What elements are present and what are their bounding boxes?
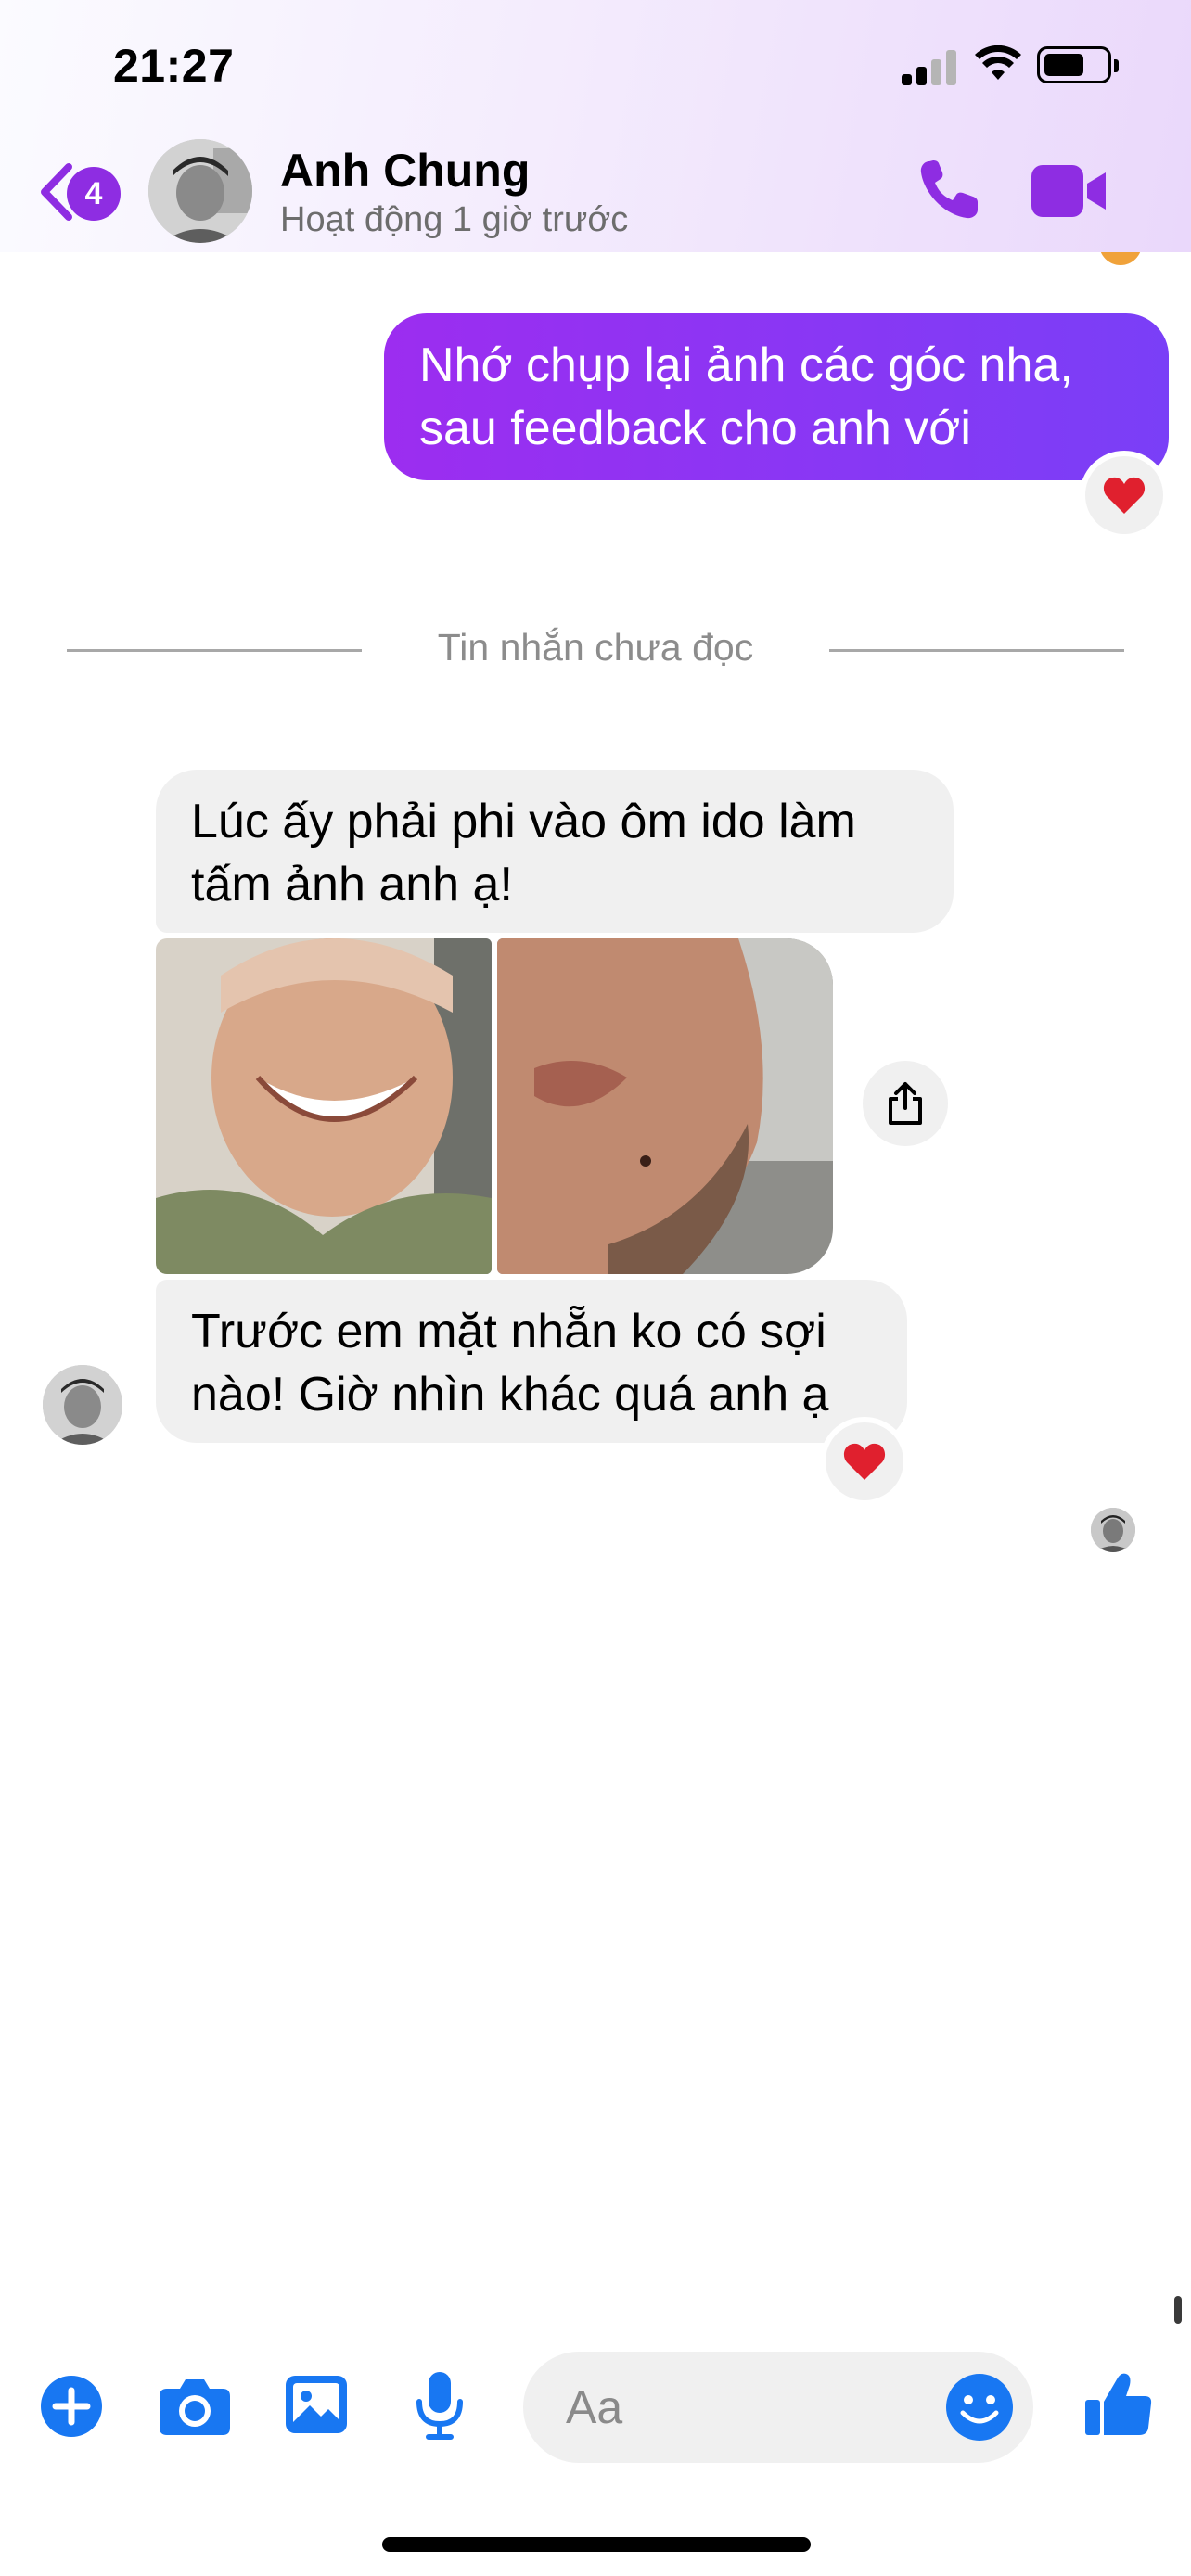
unread-divider-label: Tin nhắn chưa đọc bbox=[437, 626, 754, 669]
unread-count-badge[interactable]: 4 bbox=[67, 167, 121, 221]
sender-avatar[interactable] bbox=[43, 1365, 122, 1445]
home-indicator bbox=[382, 2537, 811, 2552]
message-line: tấm ảnh anh ạ! bbox=[191, 858, 513, 912]
message-input[interactable] bbox=[566, 2378, 900, 2437]
contact-status: Hoạt động 1 giờ trước bbox=[280, 200, 629, 239]
scrollbar[interactable] bbox=[1174, 2296, 1182, 2324]
phone-icon[interactable] bbox=[916, 158, 981, 223]
photo-attachment-beard[interactable] bbox=[497, 938, 833, 1274]
video-icon[interactable] bbox=[1031, 165, 1108, 217]
battery-icon bbox=[1037, 46, 1119, 83]
status-time: 21:27 bbox=[113, 40, 235, 92]
message-line: sau feedback cho anh với bbox=[419, 402, 971, 455]
outgoing-message[interactable]: Nhớ chụp lại ảnh các góc nha, sau feedba… bbox=[384, 313, 1169, 480]
share-icon bbox=[889, 1082, 922, 1125]
thumbs-up-icon[interactable] bbox=[1085, 2370, 1152, 2437]
incoming-message[interactable]: Lúc ấy phải phi vào ôm ido làm tấm ảnh a… bbox=[156, 770, 954, 933]
message-line: Nhớ chụp lại ảnh các góc nha, bbox=[419, 338, 1073, 392]
reaction-badge[interactable] bbox=[826, 1422, 903, 1500]
heart-icon bbox=[843, 1443, 886, 1480]
message-line: nào! Giờ nhìn khác quá anh ạ bbox=[191, 1368, 829, 1422]
plus-icon[interactable] bbox=[41, 2376, 102, 2437]
message-composer[interactable] bbox=[523, 2352, 1033, 2463]
camera-icon[interactable] bbox=[160, 2378, 230, 2435]
incoming-message[interactable]: Trước em mặt nhẵn ko có sợi nào! Giờ nhì… bbox=[156, 1280, 907, 1443]
photo-attachment-smiling[interactable] bbox=[156, 938, 492, 1274]
share-button[interactable] bbox=[863, 1061, 948, 1146]
seen-receipt-avatar bbox=[1091, 1508, 1135, 1552]
contact-avatar[interactable] bbox=[148, 139, 252, 243]
emoji-icon[interactable] bbox=[944, 2372, 1015, 2442]
microphone-icon[interactable] bbox=[414, 2372, 466, 2441]
message-line: Trước em mặt nhẵn ko có sợi bbox=[191, 1305, 826, 1358]
chat-header: 21:27 4 Anh Chung Hoạt động 1 giờ trước bbox=[0, 0, 1191, 252]
image-icon[interactable] bbox=[286, 2376, 347, 2433]
heart-icon bbox=[1103, 477, 1146, 514]
message-line: Lúc ấy phải phi vào ôm ido làm bbox=[191, 795, 856, 848]
contact-name[interactable]: Anh Chung bbox=[280, 144, 530, 198]
cellular-signal-icon bbox=[902, 50, 957, 85]
reaction-badge[interactable] bbox=[1085, 456, 1163, 534]
wifi-icon bbox=[975, 45, 1021, 80]
